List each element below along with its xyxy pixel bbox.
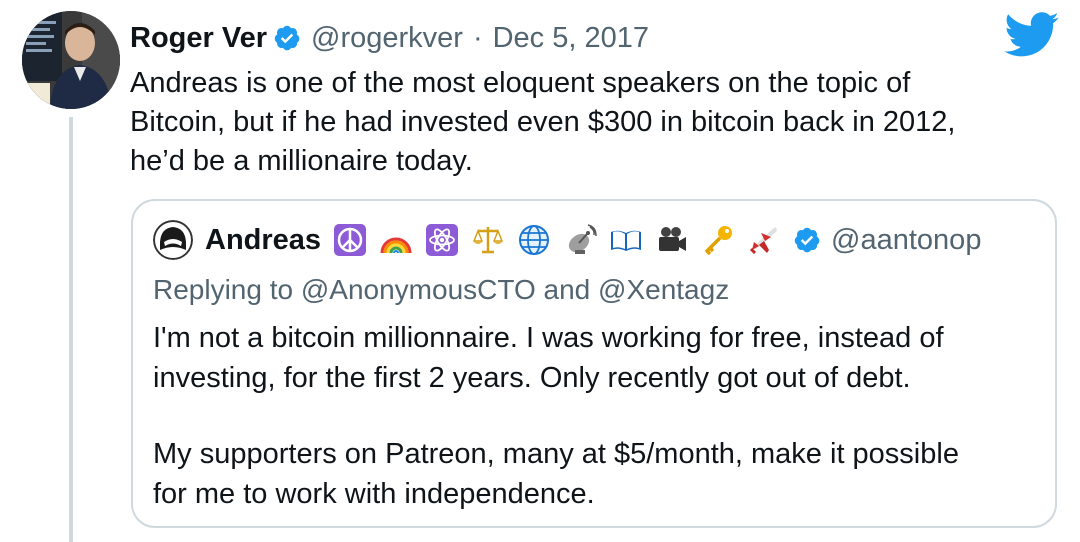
tweet-text-line: Bitcoin, but if he had invested even $30… xyxy=(130,106,956,138)
tweet-text: Andreas is one of the most eloquent spea… xyxy=(130,64,1050,181)
atom-symbol-icon xyxy=(426,224,459,256)
person-photo-icon xyxy=(22,11,120,109)
rainbow-icon xyxy=(380,237,412,254)
quoted-text-line: I'm not a bitcoin millionnaire. I was wo… xyxy=(153,322,944,354)
tweet-header: Roger Ver @rogerkver · Dec 5, 2017 xyxy=(130,18,649,58)
helmet-avatar-icon xyxy=(153,220,193,260)
key-icon xyxy=(704,226,733,256)
replying-to[interactable]: Replying to @AnonymousCTO and @Xentagz xyxy=(153,271,729,309)
quoted-tweet[interactable]: Andreas @aantonop Replying to @Anonymous… xyxy=(131,199,1057,528)
globe-icon xyxy=(519,225,550,255)
quoted-text-line: for me to work with independence. xyxy=(153,478,595,510)
peace-symbol-icon xyxy=(334,224,367,256)
airplane-icon xyxy=(749,227,777,255)
quoted-text: I'm not a bitcoin millionnaire. I was wo… xyxy=(153,318,1033,514)
quoted-text-line: investing, for the first 2 years. Only r… xyxy=(153,362,911,394)
quoted-text-line: My supporters on Patreon, many at $5/mon… xyxy=(153,438,959,470)
open-book-icon xyxy=(611,230,642,251)
quoted-author-avatar[interactable] xyxy=(153,220,193,260)
verified-badge-icon xyxy=(274,25,300,51)
tweet-card: Roger Ver @rogerkver · Dec 5, 2017 Andre… xyxy=(0,0,1080,542)
twitter-bird-icon[interactable] xyxy=(1004,12,1060,58)
quoted-header: Andreas @aantonop xyxy=(153,219,981,261)
quoted-author-name[interactable]: Andreas xyxy=(205,224,321,257)
author-avatar[interactable] xyxy=(22,11,120,109)
tweet-text-line: Andreas is one of the most eloquent spea… xyxy=(130,67,911,99)
author-handle[interactable]: @rogerkver xyxy=(311,18,463,58)
header-separator: · xyxy=(472,22,483,54)
author-name[interactable]: Roger Ver xyxy=(130,18,267,58)
tweet-text-line: he’d be a millionaire today. xyxy=(130,145,473,177)
video-camera-icon xyxy=(659,227,687,251)
quoted-author-handle[interactable]: @aantonop xyxy=(831,224,981,257)
satellite-antenna-icon xyxy=(568,224,597,254)
thread-line xyxy=(69,117,73,542)
tweet-date[interactable]: Dec 5, 2017 xyxy=(493,18,649,58)
balance-scale-icon xyxy=(472,227,504,254)
verified-badge-icon xyxy=(794,227,820,253)
